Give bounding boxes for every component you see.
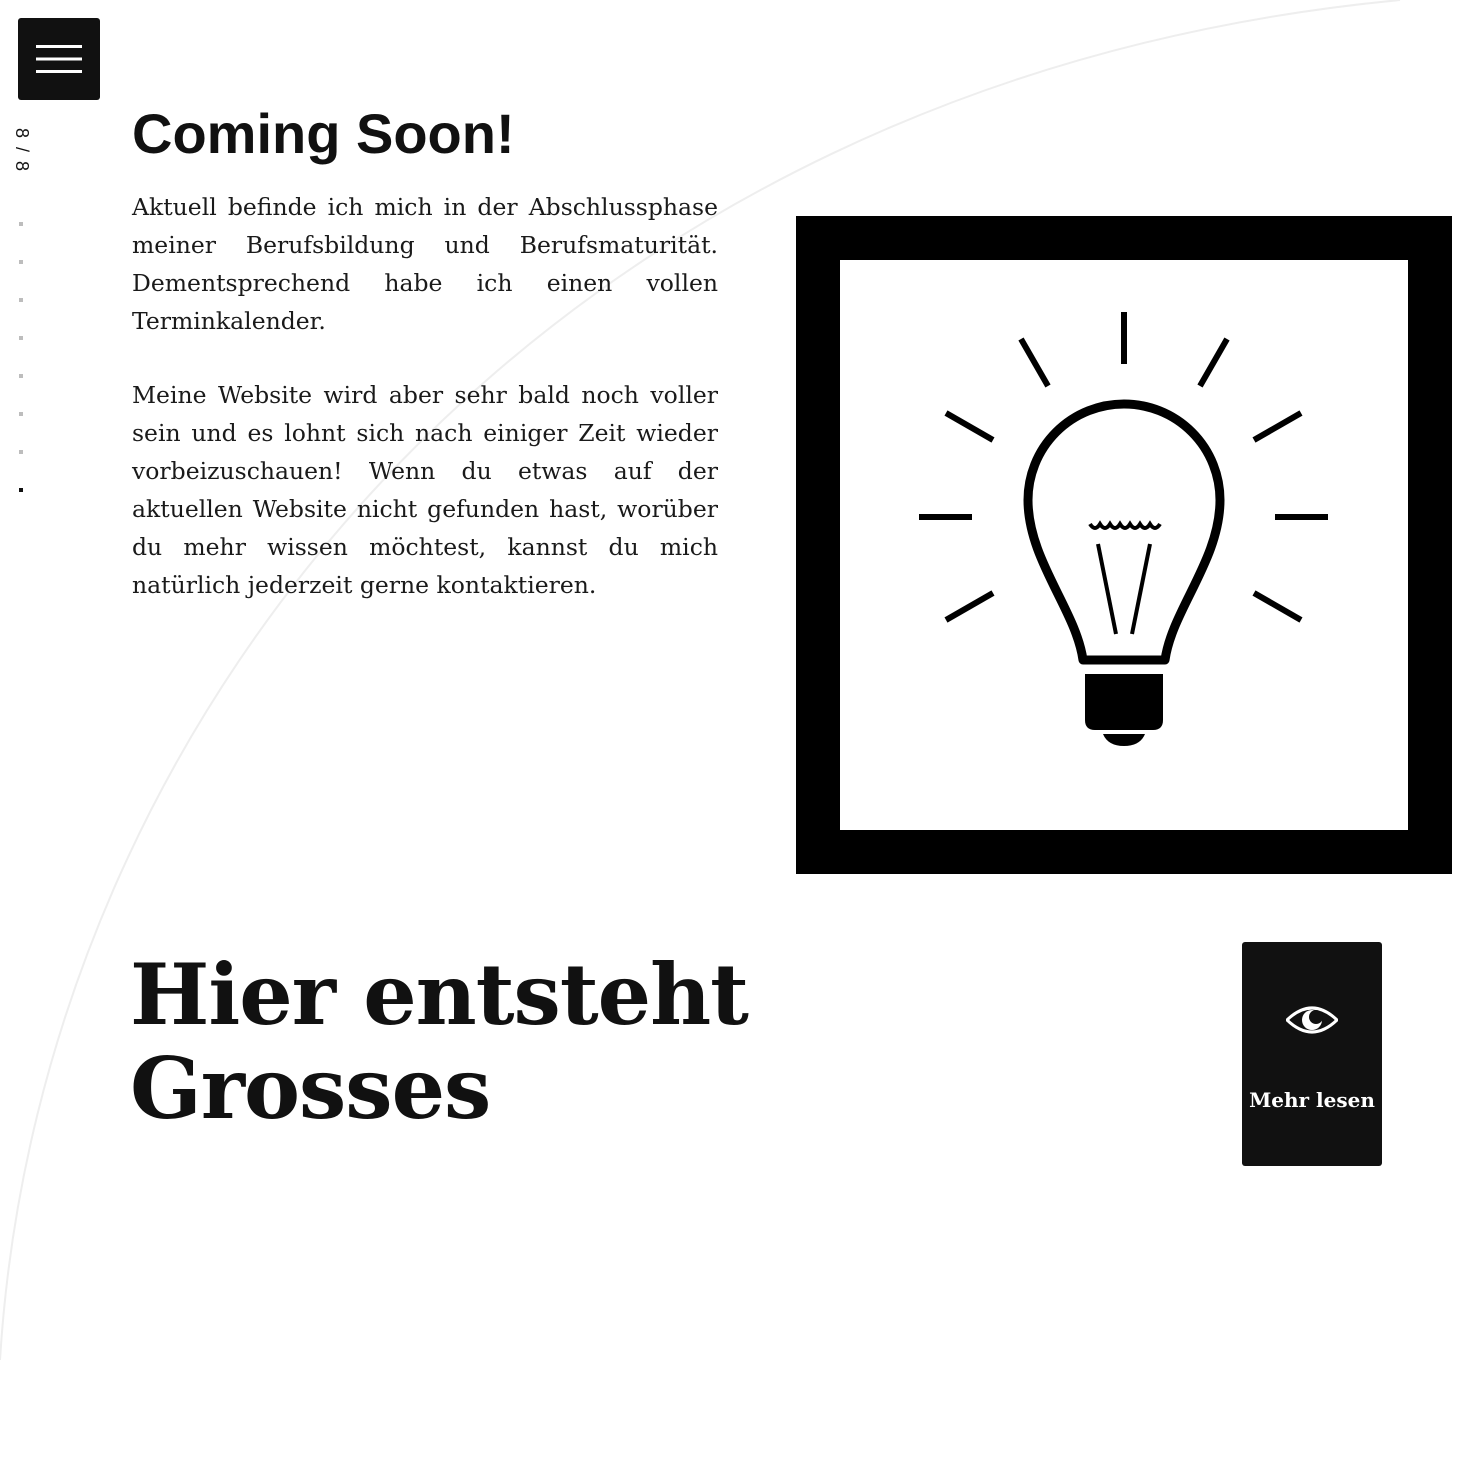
hero-heading: Hier entsteht Grosses — [130, 945, 749, 1138]
read-more-button[interactable]: Mehr lesen — [1242, 942, 1382, 1166]
slide-dot-1[interactable] — [19, 222, 23, 226]
slide-dot-7[interactable] — [19, 450, 23, 454]
menu-button[interactable] — [18, 18, 100, 100]
slide-dot-4[interactable] — [19, 336, 23, 340]
section-title: Coming Soon! — [132, 102, 515, 165]
lightbulb-icon — [919, 312, 1328, 746]
intro-paragraph: Meine Website wird aber sehr bald noch v… — [132, 381, 718, 599]
read-more-label: Mehr lesen — [1249, 1088, 1375, 1112]
eye-icon — [1286, 1006, 1338, 1034]
slide-dot-6[interactable] — [19, 412, 23, 416]
slide-dot-8[interactable] — [19, 488, 23, 492]
slide-dot-3[interactable] — [19, 298, 23, 302]
slide-counter-text: 8 / 8 — [12, 127, 33, 173]
hero-heading-line: Grosses — [130, 1039, 491, 1138]
hamburger-icon — [36, 45, 82, 73]
slide-dot-5[interactable] — [19, 374, 23, 378]
slide-dot-2[interactable] — [19, 260, 23, 264]
slide-navigation — [19, 222, 27, 526]
slide-counter: 8 / 8 — [8, 126, 36, 174]
hero-heading-line: Hier entsteht — [130, 945, 749, 1044]
page: 8 / 8 Coming Soon! Aktuell befinde ich m… — [0, 0, 1480, 1480]
lightbulb-image — [796, 216, 1452, 874]
intro-paragraph: Aktuell befinde ich mich in der Abschlus… — [132, 193, 718, 335]
intro-text: Aktuell befinde ich mich in der Abschlus… — [132, 188, 718, 640]
